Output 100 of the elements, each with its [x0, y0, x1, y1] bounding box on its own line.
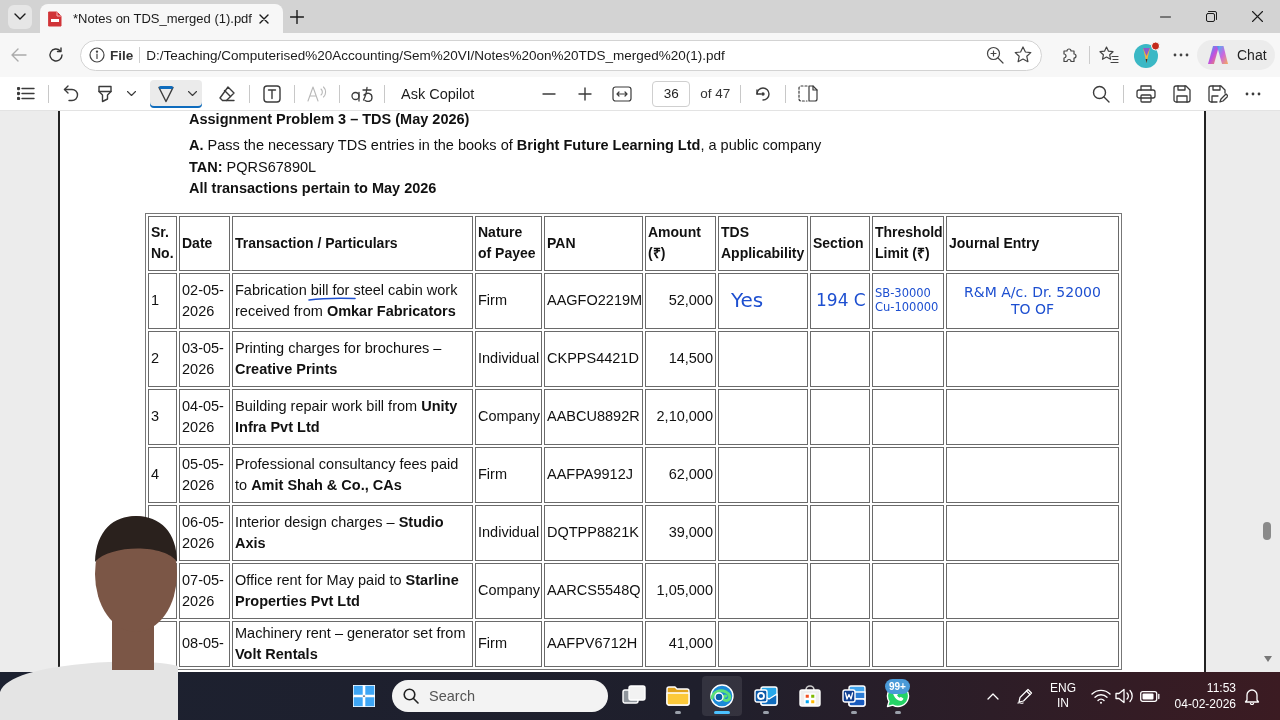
table-cell: Company: [475, 388, 542, 445]
caret-down-icon: [187, 91, 197, 96]
copilot-icon: [1207, 45, 1229, 65]
table-cell: 62,000: [645, 446, 716, 503]
column-header: Nature of Payee: [475, 215, 542, 271]
table-cell: 03-05-2026: [179, 330, 230, 387]
floppy-pen-icon: [1208, 84, 1228, 103]
search-icon: [403, 688, 419, 704]
table-cell: 3: [148, 388, 177, 445]
chat-button[interactable]: Chat: [1197, 40, 1275, 70]
tool-options-button[interactable]: [182, 79, 202, 108]
envelope-tile-icon: [754, 684, 778, 708]
floppy-disk-icon: [1173, 84, 1191, 103]
favorites-star-icon: [1099, 46, 1119, 64]
table-cell: Building repair work bill from Unity Infra Pvt Ltd: [232, 388, 473, 445]
body-text: All transactions pertain to May 2026: [189, 179, 437, 198]
table-cell: 08-05-: [179, 620, 230, 667]
wifi-icon[interactable]: [1091, 688, 1111, 704]
column-header: Journal Entry: [946, 215, 1119, 271]
search-field[interactable]: Search: [392, 680, 608, 712]
profile-button[interactable]: [1133, 41, 1161, 69]
table-cell: 2: [148, 330, 177, 387]
table-cell: Individual: [475, 330, 542, 387]
draw-button[interactable]: [150, 79, 182, 108]
pdf-file-icon: [48, 10, 62, 27]
table-cell: Individual: [475, 504, 542, 561]
table-cell: 07-05-2026: [179, 562, 230, 619]
handwritten-note: TO OF: [1010, 300, 1055, 317]
ask-copilot-button[interactable]: Ask Copilot: [393, 79, 483, 108]
table-cell: 4: [148, 446, 177, 503]
table-cell: 06-05-2026: [179, 504, 230, 561]
page-number-field[interactable]: 36: [652, 80, 691, 107]
scrollbar-thumb[interactable]: [1263, 522, 1271, 540]
column-header: Threshold Limit (₹): [872, 215, 944, 271]
column-header: Amount (₹): [645, 215, 716, 271]
clock-button[interactable]: 11:53 04-02-2026: [1172, 676, 1236, 716]
table-cell: Machinery rent – generator set from Volt Rentals: [232, 620, 473, 667]
battery-icon[interactable]: [1140, 690, 1160, 702]
page-count-label: of 47: [700, 86, 731, 101]
document-tile-icon: [842, 684, 866, 708]
table-cell: DQTPP8821K: [544, 504, 643, 561]
table-cell: 1: [148, 272, 177, 329]
text-box-icon: [263, 84, 281, 103]
table-cell: 14,500: [645, 330, 716, 387]
column-header: Section: [810, 215, 870, 271]
browser-button[interactable]: [702, 676, 742, 716]
handwritten-note: Yes: [731, 289, 764, 312]
highlighter-icon: [96, 84, 114, 103]
language-button[interactable]: ENG IN: [1045, 678, 1081, 714]
puzzle-icon: [1061, 46, 1079, 64]
table-cell: 05-05-2026: [179, 446, 230, 503]
more-icon: [1173, 53, 1189, 57]
read-aloud-icon: [307, 85, 327, 102]
table-cell: AAFPV6712H: [544, 620, 643, 667]
address-field[interactable]: File D:/Teaching/Computerised%20Accounting/Sem%20VI/Notes%20on%20TDS_merged%20(1).pdf: [80, 39, 1042, 71]
table-cell: 04-05-2026: [179, 388, 230, 445]
body-text: A. Pass the necessary TDS entries in the books of Bright Future Learning Ltd, a public company: [189, 136, 822, 155]
table-cell: 1,05,000: [645, 562, 716, 619]
table-cell: Firm: [475, 272, 542, 329]
notification-badge: 99+: [885, 679, 910, 694]
star-icon: [1014, 46, 1032, 64]
scroll-down-arrow-icon[interactable]: [1264, 656, 1272, 662]
table-cell: AABCU8892R: [544, 388, 643, 445]
handwritten-note: SB-30000: [875, 287, 931, 301]
table-cell: 2,10,000: [645, 388, 716, 445]
file-scheme-label: File: [110, 47, 134, 63]
plus-icon: [290, 9, 304, 24]
back-arrow-icon: [11, 48, 27, 62]
notification-bell-icon[interactable]: [1244, 687, 1260, 705]
tab-list-button[interactable]: [8, 4, 32, 29]
close-icon: [259, 13, 269, 24]
browser-tab[interactable]: *Notes on TDS_merged (1).pdf: [40, 4, 283, 33]
body-text: TAN: PQRS67890L: [189, 157, 317, 177]
zoom-in-icon: [986, 46, 1004, 64]
table-cell: Printing charges for brochures – Creative Prints: [232, 330, 473, 387]
profile-avatar-icon: [1133, 41, 1161, 69]
pen-icon: [157, 84, 175, 103]
pen-icon: [1017, 688, 1033, 704]
folder-icon: [666, 684, 690, 708]
translate-icon: [351, 85, 373, 102]
table-cell: AARCS5548Q: [544, 562, 643, 619]
printer-icon: [1136, 84, 1156, 103]
caret-down-icon: [126, 91, 136, 96]
two-page-icon: [798, 85, 819, 102]
handwritten-note: Cu-100000: [875, 300, 939, 314]
minus-icon: [542, 92, 557, 95]
section-heading: Assignment Problem 3 – TDS (May 2026): [189, 111, 470, 128]
column-header: Sr. No.: [148, 215, 177, 271]
undo-icon: [63, 85, 79, 102]
info-icon: [89, 47, 105, 63]
column-header: TDS Applicability: [718, 215, 808, 271]
chevron-down-icon: [14, 13, 26, 20]
table-cell: AAFPA9912J: [544, 446, 643, 503]
column-header: PAN: [544, 215, 643, 271]
restore-icon: [1205, 11, 1217, 22]
speaker-icon[interactable]: [1115, 688, 1135, 704]
table-cell: 02-05-2026: [179, 272, 230, 329]
column-header: Date: [179, 215, 230, 271]
rotate-icon: [754, 84, 773, 103]
chevron-up-icon: [987, 692, 999, 700]
